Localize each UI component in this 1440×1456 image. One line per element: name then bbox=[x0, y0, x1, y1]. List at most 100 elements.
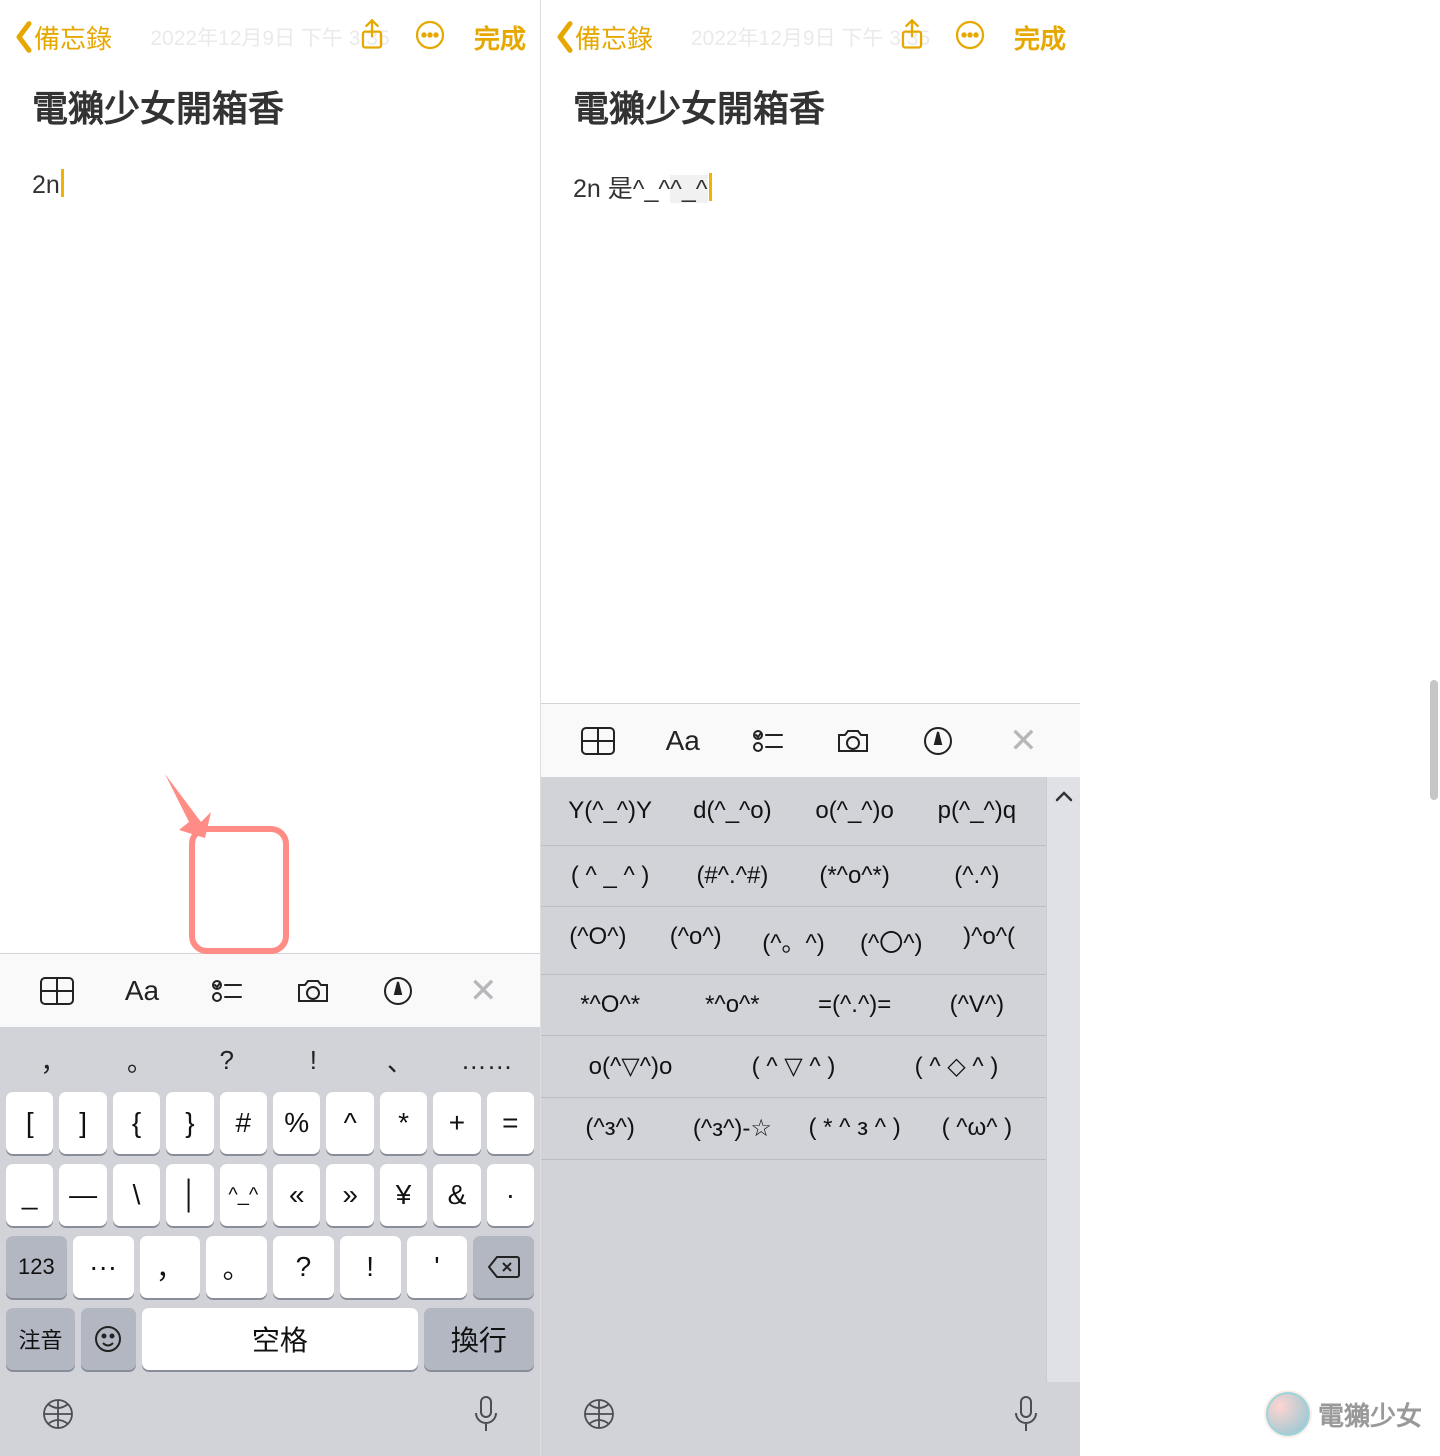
note-text: 2n bbox=[32, 171, 60, 199]
key[interactable]: # bbox=[220, 1092, 267, 1154]
share-icon bbox=[358, 18, 386, 52]
key[interactable]: │ bbox=[166, 1164, 213, 1226]
kaomoji[interactable]: ( ^ω^ ) bbox=[916, 1098, 1038, 1159]
note-body[interactable]: 電獺少女開箱香 2n 是^_^^_^ bbox=[541, 74, 1080, 703]
kaomoji[interactable]: =(^.^)= bbox=[794, 975, 916, 1035]
mic-button[interactable] bbox=[1012, 1395, 1040, 1438]
back-button[interactable]: 備忘錄 bbox=[555, 19, 653, 56]
back-button[interactable]: 備忘錄 bbox=[14, 19, 112, 56]
key-space[interactable]: 空格 bbox=[142, 1308, 418, 1370]
suggestion-row: ， 。 ? ! 、 …… bbox=[0, 1033, 540, 1087]
key[interactable]: \ bbox=[113, 1164, 160, 1226]
key[interactable]: } bbox=[166, 1092, 213, 1154]
key[interactable]: ··· bbox=[73, 1236, 134, 1298]
kaomoji[interactable]: (^〇^) bbox=[842, 907, 940, 974]
checklist-icon bbox=[211, 978, 243, 1004]
key[interactable]: ! bbox=[340, 1236, 401, 1298]
kaomoji[interactable]: o(^▽^)o bbox=[549, 1036, 712, 1097]
key[interactable]: ^ bbox=[326, 1092, 373, 1154]
key-123[interactable]: 123 bbox=[6, 1236, 67, 1298]
key[interactable]: [ bbox=[6, 1092, 53, 1154]
screen-right: 2022年12月9日 下午 3:35 備忘錄 完成 電獺少女開箱香 2n 是^_… bbox=[540, 0, 1080, 1456]
toolbar-close-button[interactable]: ✕ bbox=[459, 967, 507, 1015]
kaomoji[interactable]: (*^o^*) bbox=[794, 846, 916, 906]
globe-button[interactable] bbox=[581, 1396, 617, 1437]
markup-icon bbox=[923, 726, 953, 756]
kaomoji[interactable]: )^o^( bbox=[940, 907, 1038, 974]
more-button[interactable] bbox=[414, 19, 446, 56]
key[interactable]: · bbox=[487, 1164, 534, 1226]
kaomoji[interactable]: ( * ^ з ^ ) bbox=[794, 1098, 916, 1159]
key[interactable]: _ bbox=[6, 1164, 53, 1226]
kaomoji[interactable]: (^з^)-☆ bbox=[671, 1098, 793, 1159]
camera-button[interactable] bbox=[829, 717, 877, 765]
key[interactable]: ， bbox=[140, 1236, 201, 1298]
text-format-button[interactable]: Aa bbox=[118, 967, 166, 1015]
key-kaomoji[interactable]: ^_^ bbox=[220, 1164, 267, 1226]
kaomoji[interactable]: d(^_^o) bbox=[671, 781, 793, 841]
kaomoji[interactable]: (^.^) bbox=[916, 846, 1038, 906]
kaomoji[interactable]: (^V^) bbox=[916, 975, 1038, 1035]
key-emoji[interactable] bbox=[81, 1308, 136, 1370]
key[interactable]: & bbox=[433, 1164, 480, 1226]
mic-icon bbox=[472, 1395, 500, 1433]
key[interactable]: ] bbox=[59, 1092, 106, 1154]
kaomoji[interactable]: (^o^) bbox=[647, 907, 745, 974]
markup-button[interactable] bbox=[914, 717, 962, 765]
kaomoji[interactable]: (^з^) bbox=[549, 1098, 671, 1159]
key[interactable]: — bbox=[59, 1164, 106, 1226]
done-button[interactable]: 完成 bbox=[474, 19, 526, 56]
share-button[interactable] bbox=[898, 18, 926, 57]
suggestion[interactable]: …… bbox=[443, 1045, 530, 1076]
globe-button[interactable] bbox=[40, 1396, 76, 1437]
kaomoji[interactable]: *^O^* bbox=[549, 975, 671, 1035]
key[interactable]: ' bbox=[407, 1236, 468, 1298]
kaomoji[interactable]: Y(^_^)Y bbox=[549, 781, 671, 841]
key-zhuyin[interactable]: 注音 bbox=[6, 1308, 75, 1370]
kaomoji[interactable]: p(^_^)q bbox=[916, 781, 1038, 841]
kaomoji[interactable]: *^o^* bbox=[671, 975, 793, 1035]
key[interactable]: ? bbox=[273, 1236, 334, 1298]
kaomoji[interactable]: ( ^ ◇ ^ ) bbox=[875, 1036, 1038, 1097]
checklist-button[interactable] bbox=[744, 717, 792, 765]
key-delete[interactable] bbox=[473, 1236, 534, 1298]
key[interactable]: * bbox=[380, 1092, 427, 1154]
chevron-left-icon bbox=[555, 20, 575, 54]
camera-button[interactable] bbox=[289, 967, 337, 1015]
mic-button[interactable] bbox=[472, 1395, 500, 1438]
collapse-panel-button[interactable] bbox=[1046, 777, 1080, 1382]
markup-button[interactable] bbox=[374, 967, 422, 1015]
table-button[interactable] bbox=[574, 717, 622, 765]
suggestion[interactable]: ， bbox=[10, 1042, 97, 1079]
key[interactable]: = bbox=[487, 1092, 534, 1154]
kaomoji[interactable]: o(^_^)o bbox=[794, 781, 916, 841]
suggestion[interactable]: 、 bbox=[357, 1042, 444, 1079]
done-button[interactable]: 完成 bbox=[1014, 19, 1066, 56]
key[interactable]: « bbox=[273, 1164, 320, 1226]
note-body[interactable]: 電獺少女開箱香 2n bbox=[0, 74, 540, 953]
kaomoji[interactable]: ( ^ ▽ ^ ) bbox=[712, 1036, 875, 1097]
kaomoji[interactable]: (^O^) bbox=[549, 907, 647, 974]
key[interactable]: 。 bbox=[206, 1236, 267, 1298]
suggestion[interactable]: ? bbox=[183, 1045, 270, 1076]
watermark: 電獺少女 bbox=[1266, 1392, 1422, 1436]
suggestion[interactable]: 。 bbox=[97, 1042, 184, 1079]
watermark-text: 電獺少女 bbox=[1318, 1396, 1422, 1433]
more-button[interactable] bbox=[954, 19, 986, 56]
toolbar-close-button[interactable]: ✕ bbox=[999, 717, 1047, 765]
checklist-button[interactable] bbox=[203, 967, 251, 1015]
kaomoji[interactable]: ( ^ _ ^ ) bbox=[549, 846, 671, 906]
text-format-button[interactable]: Aa bbox=[659, 717, 707, 765]
scrollbar-thumb[interactable] bbox=[1430, 680, 1438, 800]
key[interactable]: ¥ bbox=[380, 1164, 427, 1226]
key[interactable]: » bbox=[326, 1164, 373, 1226]
suggestion[interactable]: ! bbox=[270, 1045, 357, 1076]
key[interactable]: + bbox=[433, 1092, 480, 1154]
kaomoji[interactable]: (#^.^#) bbox=[671, 846, 793, 906]
key[interactable]: % bbox=[273, 1092, 320, 1154]
key-return[interactable]: 換行 bbox=[424, 1308, 534, 1370]
kaomoji[interactable]: (^。^) bbox=[745, 907, 843, 974]
share-button[interactable] bbox=[358, 18, 386, 57]
key[interactable]: { bbox=[113, 1092, 160, 1154]
table-button[interactable] bbox=[33, 967, 81, 1015]
